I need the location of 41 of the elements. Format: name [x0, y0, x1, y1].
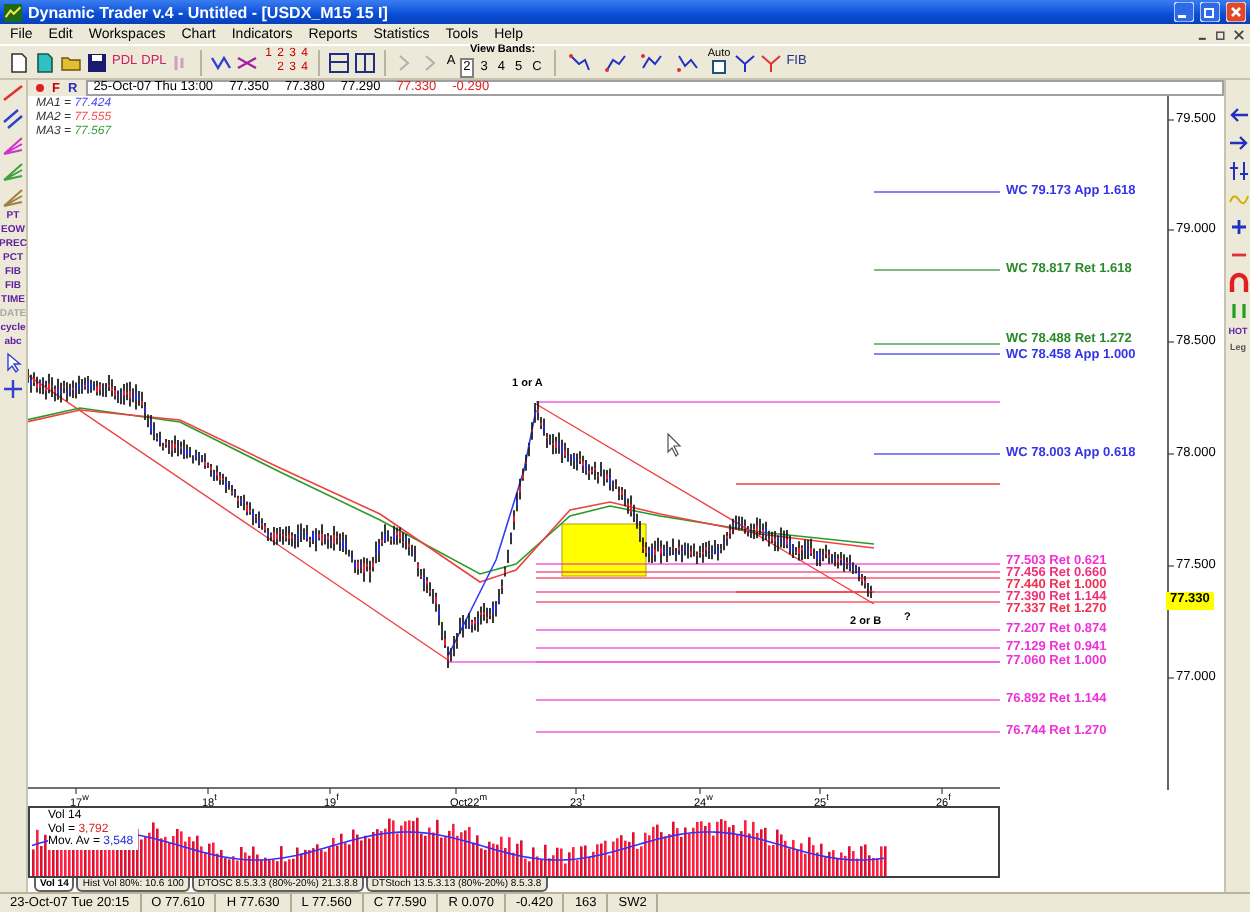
crosshair-icon[interactable] — [2, 378, 24, 400]
bars-icon[interactable] — [1227, 300, 1249, 322]
window-layout-icon[interactable] — [328, 51, 351, 73]
document-icon[interactable] — [34, 51, 56, 73]
level-line — [873, 353, 1001, 355]
auto-checkbox[interactable] — [712, 60, 727, 75]
app-logo-icon — [4, 3, 22, 21]
level-line — [873, 453, 1001, 455]
fan-lines-icon[interactable] — [2, 160, 24, 182]
save-icon[interactable] — [86, 51, 108, 73]
highlight-zone — [561, 523, 647, 577]
level-line — [873, 191, 1001, 193]
fork-icon[interactable] — [734, 51, 757, 73]
trend-line-icon[interactable] — [2, 82, 24, 104]
parallel-lines-icon[interactable] — [2, 108, 24, 130]
wave-pattern-icon[interactable] — [563, 51, 596, 73]
minimize-button[interactable] — [1174, 2, 1194, 22]
folder-icon[interactable] — [60, 51, 82, 73]
close-button[interactable] — [1232, 27, 1246, 41]
new-document-icon[interactable] — [8, 51, 30, 73]
scale-icon[interactable] — [1227, 160, 1249, 182]
magnet-icon[interactable] — [1227, 272, 1249, 294]
zigzag-icon[interactable] — [210, 51, 233, 73]
fan-lines-icon[interactable] — [2, 134, 24, 156]
window-title: Dynamic Trader v.4 - Untitled - [USDX_M15 15 I] — [28, 3, 390, 21]
wave-pattern-icon[interactable] — [635, 51, 668, 73]
cursor-icon[interactable] — [2, 352, 24, 374]
arrow-right-icon[interactable] — [1227, 132, 1249, 154]
restore-button[interactable] — [1214, 27, 1228, 41]
arrow-left-icon[interactable] — [1227, 104, 1249, 126]
mouse-pointer-icon — [667, 432, 682, 457]
wave-pattern-icon[interactable] — [599, 51, 632, 73]
plus-icon[interactable] — [1227, 216, 1249, 238]
fan-lines-icon[interactable] — [2, 186, 24, 208]
cross-zigzag-icon[interactable] — [236, 51, 259, 73]
level-line — [873, 269, 1001, 271]
fork-icon[interactable] — [760, 51, 783, 73]
record-dot-icon — [36, 84, 44, 92]
wave-pattern-icon[interactable] — [671, 51, 704, 73]
level-line — [873, 343, 1001, 345]
window-split-icon[interactable] — [354, 51, 377, 73]
